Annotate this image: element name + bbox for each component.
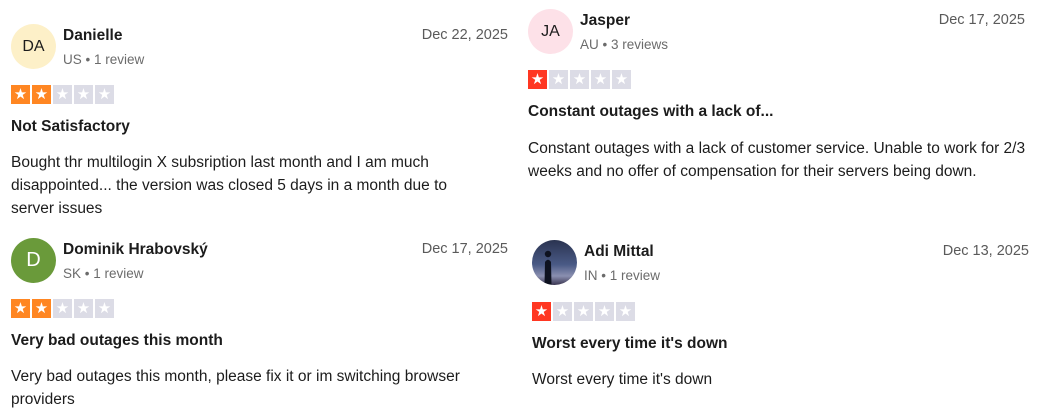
review-body: Constant outages with a lack of customer… (528, 140, 1026, 180)
review-body: Very bad outages this month, please fix … (11, 368, 460, 408)
review-title[interactable]: Very bad outages this month (11, 332, 223, 350)
star-icon: ★ (595, 302, 614, 321)
review-card: D Dominik Hrabovský SK • 1 review Dec 17… (11, 238, 508, 420)
avatar-initials: JA (541, 22, 560, 40)
star-icon: ★ (95, 85, 114, 104)
review-title[interactable]: Not Satisfactory (11, 118, 130, 136)
avatar[interactable] (532, 240, 577, 285)
star-icon: ★ (616, 302, 635, 321)
review-card: JA Jasper AU • 3 reviews Dec 17, 2025 ★ … (528, 9, 1025, 209)
star-rating: ★ ★ ★ ★ ★ (528, 70, 631, 89)
person-silhouette-icon (544, 250, 552, 285)
review-date: Dec 22, 2025 (421, 27, 508, 43)
review-body: Worst every time it's down (532, 371, 713, 388)
reviewer-meta: US • 1 review (63, 52, 145, 67)
reviewer-meta: SK • 1 review (63, 266, 144, 281)
reviewer-meta: AU • 3 reviews (580, 37, 669, 52)
avatar-initials: DA (22, 37, 45, 55)
review-date: Dec 17, 2025 (421, 241, 508, 257)
star-icon: ★ (11, 85, 30, 104)
review-title[interactable]: Worst every time it's down (532, 335, 727, 353)
star-icon: ★ (53, 85, 72, 104)
star-icon: ★ (574, 302, 593, 321)
star-icon: ★ (570, 70, 589, 89)
avatar-initials: D (26, 249, 41, 271)
star-icon: ★ (612, 70, 631, 89)
reviewer-name[interactable]: Danielle (63, 27, 122, 45)
review-date: Dec 17, 2025 (938, 12, 1025, 28)
review-card: Adi Mittal IN • 1 review Dec 13, 2025 ★ … (532, 240, 1029, 400)
reviewer-meta: IN • 1 review (584, 268, 660, 283)
star-rating: ★ ★ ★ ★ ★ (11, 299, 114, 318)
star-icon: ★ (95, 299, 114, 318)
star-icon: ★ (532, 302, 551, 321)
star-icon: ★ (553, 302, 572, 321)
star-icon: ★ (32, 85, 51, 104)
star-icon: ★ (53, 299, 72, 318)
star-icon: ★ (549, 70, 568, 89)
avatar[interactable]: JA (528, 9, 573, 54)
star-icon: ★ (32, 299, 51, 318)
reviewer-name[interactable]: Adi Mittal (584, 243, 654, 261)
avatar[interactable]: D (11, 238, 56, 283)
review-date: Dec 13, 2025 (942, 243, 1029, 259)
star-icon: ★ (74, 85, 93, 104)
review-body: Bought thr multilogin X subsription last… (11, 154, 447, 217)
star-rating: ★ ★ ★ ★ ★ (532, 302, 635, 321)
reviewer-name[interactable]: Jasper (580, 12, 630, 30)
star-icon: ★ (591, 70, 610, 89)
review-title[interactable]: Constant outages with a lack of... (528, 103, 773, 121)
star-icon: ★ (528, 70, 547, 89)
star-rating: ★ ★ ★ ★ ★ (11, 85, 114, 104)
review-card: DA Danielle US • 1 review Dec 22, 2025 ★… (11, 24, 508, 220)
star-icon: ★ (74, 299, 93, 318)
avatar[interactable]: DA (11, 24, 56, 69)
reviewer-name[interactable]: Dominik Hrabovský (63, 241, 208, 259)
star-icon: ★ (11, 299, 30, 318)
